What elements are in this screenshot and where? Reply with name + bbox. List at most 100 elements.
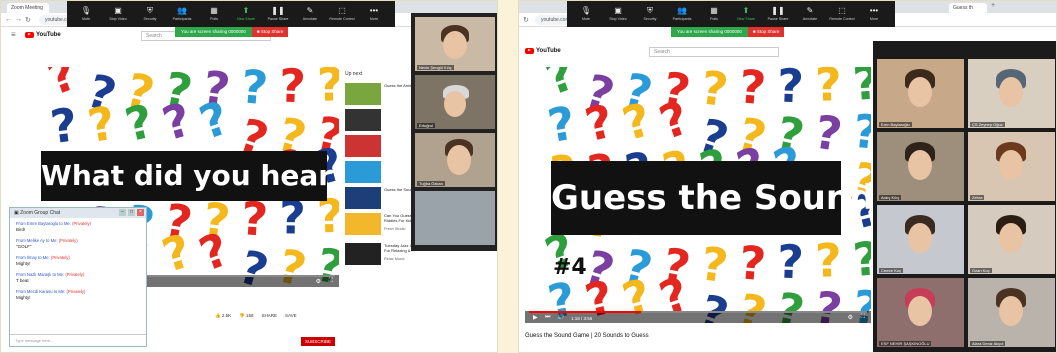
bar-chart-button[interactable]: ▦ Polls xyxy=(698,1,730,27)
progress-bar[interactable] xyxy=(529,311,867,313)
camera-button[interactable]: ▣ Stop Video xyxy=(602,1,634,27)
save-button[interactable]: SAVE xyxy=(285,313,297,319)
participant-name: Eren Baytaroğlu xyxy=(879,122,912,127)
browser-tab[interactable]: Zoom Meeting xyxy=(7,3,49,13)
participant-video[interactable]: ESF NEHİR ŞAŞKINOĞLU xyxy=(877,278,964,347)
participant-video[interactable]: Nevin Şengül Kılıç xyxy=(415,17,495,71)
participant-video[interactable]: Ertuğrul xyxy=(415,75,495,129)
participant-name: Alara Deniz Akyol xyxy=(970,341,1006,346)
menu-icon[interactable]: ≡ xyxy=(11,30,16,39)
browser-tab[interactable]: Guess th xyxy=(949,3,987,13)
video-thumbnail[interactable] xyxy=(345,161,381,183)
new-tab-icon[interactable]: + xyxy=(991,2,995,9)
stop-share-button[interactable]: ■ Stop Share xyxy=(747,27,785,37)
video-actions: 👍 2.5K 👎 158 SHARE SAVE xyxy=(215,313,297,319)
subscribe-button[interactable]: SUBSCRIBE xyxy=(301,337,336,346)
shield-button[interactable]: ⛨ Security xyxy=(134,1,166,27)
dislike-button[interactable]: 👎 158 xyxy=(239,313,253,319)
privacy-label: (Privately) xyxy=(65,272,85,277)
fullscreen-icon[interactable]: ⛶ xyxy=(861,314,865,321)
like-button[interactable]: 👍 2.5K xyxy=(215,313,231,319)
participant-video[interactable] xyxy=(415,191,495,245)
up-next-label: Up next xyxy=(345,71,363,77)
settings-icon[interactable]: ⚙ xyxy=(316,278,321,285)
mouse-button[interactable]: ⬚ Remote Control xyxy=(326,1,358,27)
people-button[interactable]: 👥 Participants xyxy=(166,1,198,27)
chat-message: From Nazlı Maraşlı to Me: (Privately) T b… xyxy=(16,272,140,283)
participant-video[interactable]: ÇS Zeynep Oğuz xyxy=(968,59,1055,128)
close-icon[interactable]: × xyxy=(137,209,144,216)
chat-message: From Emre Baytaroglu to Me: (Privately) B… xyxy=(16,221,140,232)
toolbar-button-label: Mute xyxy=(82,17,90,21)
more-button[interactable]: ••• More xyxy=(358,1,390,27)
youtube-play-icon xyxy=(25,32,34,38)
stop-share-button[interactable]: ■ Stop Share xyxy=(251,27,289,37)
chat-message-text: T beat xyxy=(16,278,29,283)
camera-icon: ▣ xyxy=(114,6,122,15)
play-icon[interactable]: ▶ xyxy=(533,314,538,321)
pause-button[interactable]: ❚❚ Pause Share xyxy=(262,1,294,27)
zoom-chat-window: ▣ Zoom Group Chat – □ × From Emre Baytar… xyxy=(9,207,147,347)
minimize-icon[interactable]: – xyxy=(119,209,126,216)
question-mark-icon: ? xyxy=(776,235,805,290)
settings-icon[interactable]: ⚙ xyxy=(848,314,853,321)
back-icon[interactable]: ← xyxy=(5,16,12,23)
toolbar-button-label: Security xyxy=(143,17,157,21)
mouse-icon: ⬚ xyxy=(838,6,846,15)
toolbar-button-label: New Share xyxy=(237,17,255,21)
microphone-button[interactable]: 🎙 Mute xyxy=(70,1,102,27)
participant-video[interactable]: Ozan Koç xyxy=(968,205,1055,274)
chat-input[interactable]: Type message here... xyxy=(10,334,146,346)
camera-button[interactable]: ▣ Stop Video xyxy=(102,1,134,27)
participant-video[interactable]: Cemre Koç xyxy=(877,205,964,274)
participant-video[interactable]: Zehra xyxy=(968,132,1055,201)
participant-name: Tuğba Özkan xyxy=(417,181,445,186)
maximize-icon[interactable]: □ xyxy=(128,209,135,216)
mouse-button[interactable]: ⬚ Remote Control xyxy=(826,1,858,27)
share-button[interactable]: SHARE xyxy=(262,313,278,319)
search-input[interactable]: Search xyxy=(649,47,779,57)
question-mark-icon: ? xyxy=(192,222,236,282)
bar-chart-icon: ▦ xyxy=(210,6,218,15)
participant-video[interactable]: Eren Baytaroğlu xyxy=(877,59,964,128)
youtube-logo[interactable]: YouTube xyxy=(525,48,561,54)
fullscreen-icon[interactable]: ⛶ xyxy=(329,278,333,285)
reload-icon[interactable]: ↻ xyxy=(25,16,31,24)
sharing-message: You are screen sharing 0000000 xyxy=(175,27,252,37)
video-player[interactable]: ????????????????????????????????????????… xyxy=(525,67,871,323)
video-thumbnail[interactable] xyxy=(345,135,381,157)
more-button[interactable]: ••• More xyxy=(858,1,890,27)
video-thumbnail[interactable] xyxy=(345,243,381,265)
participant-video[interactable]: Tuğba Özkan xyxy=(415,133,495,187)
microphone-button[interactable]: 🎙 Mute xyxy=(570,1,602,27)
people-button[interactable]: 👥 Participants xyxy=(666,1,698,27)
pen-button[interactable]: ✎ Annotate xyxy=(294,1,326,27)
video-thumbnail[interactable] xyxy=(345,83,381,105)
video-thumbnail[interactable] xyxy=(345,213,381,235)
chat-message-sender: From Ilmay to Me: (Privately) xyxy=(16,255,140,260)
reload-icon[interactable]: ↻ xyxy=(523,16,529,24)
next-icon[interactable]: ⏭ xyxy=(545,314,550,321)
shield-button[interactable]: ⛨ Security xyxy=(634,1,666,27)
volume-icon[interactable]: 🔊 xyxy=(557,314,564,321)
participant-video[interactable]: Ardıç Kılıç xyxy=(877,132,964,201)
youtube-logo[interactable]: YouTube xyxy=(25,32,61,38)
people-icon: 👥 xyxy=(177,6,187,15)
video-thumbnail[interactable] xyxy=(345,109,381,131)
right-screenshot: Guess th + ↻ youtube.com/watch 🎙Mute▣Sto… xyxy=(518,0,1057,353)
participant-video[interactable]: Alara Deniz Akyol xyxy=(968,278,1055,347)
bar-chart-icon: ▦ xyxy=(710,6,718,15)
chat-message: From Mecdi Karasu to Me: (Privately) Migh… xyxy=(16,289,140,300)
share-button[interactable]: ⬆ New Share xyxy=(730,1,762,27)
question-mark-icon: ? xyxy=(156,92,197,151)
channel-name: Fresh Studio xyxy=(384,227,406,231)
toolbar-button-label: Pause Share xyxy=(767,17,789,21)
share-button[interactable]: ⬆ New Share xyxy=(230,1,262,27)
pause-button[interactable]: ❚❚ Pause Share xyxy=(762,1,794,27)
toolbar-button-label: Polls xyxy=(710,17,718,21)
video-controls: ▶ ⏭ 🔊 1:18 / 3:56 ⛶ ⚙ xyxy=(525,311,871,323)
video-thumbnail[interactable] xyxy=(345,187,381,209)
pen-button[interactable]: ✎ Annotate xyxy=(794,1,826,27)
bar-chart-button[interactable]: ▦ Polls xyxy=(198,1,230,27)
forward-icon[interactable]: → xyxy=(15,16,22,23)
